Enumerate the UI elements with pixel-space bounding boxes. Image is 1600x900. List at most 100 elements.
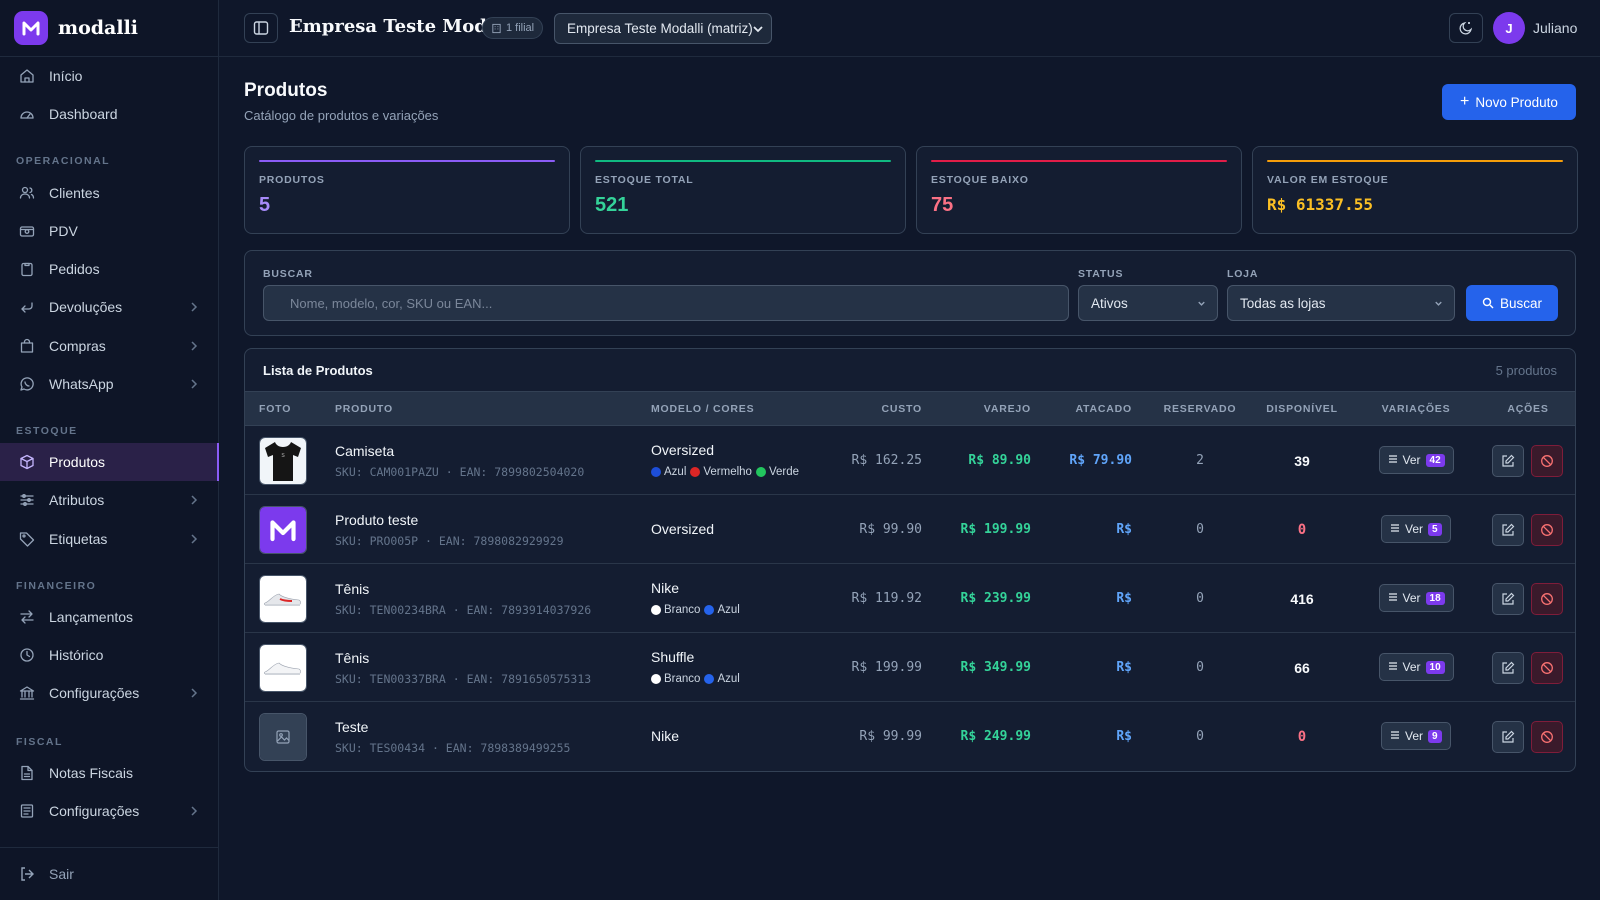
edit-button[interactable] [1492,583,1524,615]
logout-button[interactable]: Sair [0,855,219,893]
sidebar-item-notas-fiscais[interactable]: Notas Fiscais [0,754,219,792]
brand-name: modalli [58,17,139,39]
ban-icon [1541,593,1553,605]
color-chip: Azul [704,673,740,685]
stat-card: PRODUTOS 5 [244,146,570,234]
product-sku: SKU: TEN00234BRA [335,603,446,617]
sidebar-item-label: Devoluções [49,299,123,315]
wholesale-price: R$ [1116,522,1132,537]
column-header: AÇÕES [1507,403,1549,415]
sidebar-item-configuracoes[interactable]: Configurações [0,674,219,712]
product-codes: SKU: TEN00234BRA · EAN: 7893914037926 [335,603,591,617]
avatar[interactable]: J [1493,12,1525,44]
sidebar-item-pdv[interactable]: PDV [0,212,219,250]
sidebar-item-clientes[interactable]: Clientes [0,174,219,212]
sidebar-item-configuracoes[interactable]: Configurações [0,792,219,830]
edit-icon [1502,592,1515,605]
stat-label: ESTOQUE TOTAL [595,174,694,186]
status-label: STATUS [1078,268,1124,280]
sidebar-item-dashboard[interactable]: Dashboard [0,95,219,133]
table-row[interactable]: Tênis SKU: TEN00234BRA · EAN: 78939140379… [245,564,1575,633]
product-model: Oversized [651,521,715,537]
table-row[interactable]: Teste SKU: TES00434 · EAN: 7898389499255 N… [245,702,1575,771]
color-chip: Azul [704,604,740,616]
view-variations-button[interactable]: Ver 9 [1381,722,1451,750]
page-subtitle: Catálogo de produtos e variações [244,108,439,123]
variations-count-badge: 42 [1425,453,1445,467]
stat-value: R$ 61337.55 [1267,195,1373,214]
cost-value: R$ 99.90 [859,522,922,537]
separator: · [445,603,467,617]
retail-price: R$ 89.90 [968,453,1031,468]
product-ean: EAN: 7898082929929 [438,534,564,548]
shopping-bag-icon [19,338,35,354]
edit-button[interactable] [1492,652,1524,684]
available-value: 0 [1297,729,1307,745]
edit-button[interactable] [1492,445,1524,477]
new-product-button[interactable]: + Novo Produto [1442,84,1576,120]
cost-value: R$ 199.99 [851,660,922,675]
table-row[interactable]: Produto teste SKU: PRO005P · EAN: 7898082… [245,495,1575,564]
deactivate-button[interactable] [1531,583,1563,615]
column-header: PRODUTO [335,403,393,415]
edit-button[interactable] [1492,721,1524,753]
deactivate-button[interactable] [1531,445,1563,477]
edit-icon [1502,661,1515,674]
product-model: Nike [651,580,680,596]
sidebar-item-historico[interactable]: Histórico [0,636,219,674]
product-codes: SKU: TEN00337BRA · EAN: 7891650575313 [335,672,591,686]
separator: · [425,741,446,755]
product-ean: EAN: 7891650575313 [466,672,592,686]
deactivate-button[interactable] [1531,721,1563,753]
color-chip: Branco [651,673,700,685]
sidebar-item-pedidos[interactable]: Pedidos [0,250,219,288]
view-variations-button[interactable]: Ver 5 [1381,515,1451,543]
separator: · [438,465,460,479]
list-icon [1390,522,1400,536]
clipboard-icon [19,261,35,277]
stat-label: PRODUTOS [259,174,325,186]
table-row[interactable]: S Camiseta SKU: CAM001PAZU · EAN: 78998025… [245,426,1575,495]
receipt-icon [19,803,35,819]
table-count: 5 produtos [1495,363,1557,378]
divider [0,847,219,848]
table-row[interactable]: Tênis SKU: TEN00337BRA · EAN: 78916505753… [245,633,1575,702]
deactivate-button[interactable] [1531,652,1563,684]
sidebar: modalli Início Dashboard OPERACIONAL Client… [0,0,219,900]
view-variations-button[interactable]: Ver 42 [1378,446,1454,474]
theme-toggle-button[interactable] [1449,13,1483,43]
available-value: 416 [1290,591,1314,607]
search-input[interactable] [263,285,1069,321]
deactivate-button[interactable] [1531,514,1563,546]
list-icon [1390,729,1400,743]
filters-panel: BUSCAR STATUS Ativos LOJA Todas as lojas… [244,250,1576,336]
edit-button[interactable] [1492,514,1524,546]
status-select[interactable]: Ativos [1078,285,1218,321]
search-button[interactable]: Buscar [1466,285,1558,321]
sidebar-item-lancamentos[interactable]: Lançamentos [0,598,219,636]
stat-label: VALOR EM ESTOQUE [1267,174,1389,186]
user-name[interactable]: Juliano [1533,20,1577,36]
sidebar-item-inicio[interactable]: Início [0,57,219,95]
product-ean: EAN: 7893914037926 [466,603,592,617]
stat-value: 521 [595,194,629,216]
color-dot [651,467,661,477]
view-variations-button[interactable]: Ver 18 [1378,584,1454,612]
sidebar-item-label: Etiquetas [49,531,108,547]
sidebar-item-atributos[interactable]: Atributos [0,481,219,519]
sidebar-item-compras[interactable]: Compras [0,327,219,365]
sidebar-item-produtos[interactable]: Produtos [0,443,219,481]
stat-accent-line [1267,160,1563,162]
product-ean: EAN: 7898389499255 [445,741,571,755]
sidebar-item-whatsapp[interactable]: WhatsApp [0,365,219,403]
color-list: Azul Vermelho Verde [651,466,799,478]
users-icon [19,185,35,201]
brand[interactable]: modalli [0,0,218,57]
view-variations-button[interactable]: Ver 10 [1378,653,1454,681]
chevron-down-icon [1198,301,1205,306]
sidebar-item-devolucoes[interactable]: Devoluções [0,288,219,326]
sidebar-item-etiquetas[interactable]: Etiquetas [0,520,219,558]
store-filter-select[interactable]: Todas as lojas [1227,285,1455,321]
store-select[interactable]: Empresa Teste Modalli (matriz) [554,13,772,44]
sidebar-toggle-button[interactable] [244,13,278,43]
